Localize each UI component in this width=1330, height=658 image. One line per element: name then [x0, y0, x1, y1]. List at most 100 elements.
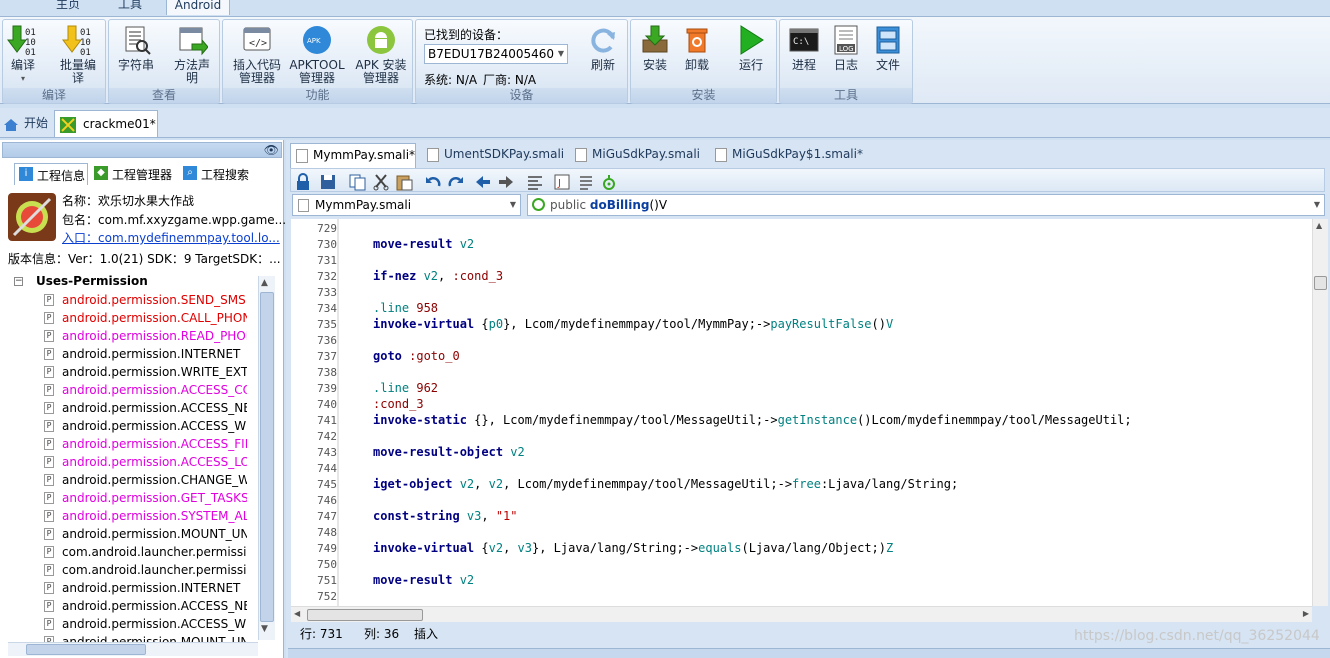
redo-icon[interactable] [447, 173, 465, 191]
apktool-manager-button[interactable]: APK APKTOOL管理器 [287, 24, 347, 85]
permission-item[interactable]: Pandroid.permission.MOUNT_UNMOUNT_FILESY… [44, 525, 247, 543]
tab-migusdkpay[interactable]: MiGuSdkPay.smali [570, 143, 708, 168]
copy-icon[interactable] [349, 173, 367, 191]
undo-icon[interactable] [424, 173, 442, 191]
code-line[interactable]: :cond_3 [373, 397, 424, 411]
code-line[interactable]: goto :goto_0 [373, 349, 460, 363]
scroll-right-icon[interactable]: ▶ [1303, 609, 1309, 618]
process-button[interactable]: C:\ 进程 [786, 24, 822, 72]
list-icon[interactable] [577, 173, 595, 191]
app-entry-link[interactable]: 入口：com.mydefinemmpay.tool.lo... [62, 229, 280, 246]
cut-icon[interactable] [372, 173, 390, 191]
tab-crackme01[interactable]: crackme01* [54, 110, 158, 137]
permission-item[interactable]: Pandroid.permission.INTERNET [44, 345, 247, 363]
permission-item[interactable]: Pandroid.permission.GET_TASKS [44, 489, 247, 507]
code-editor[interactable]: 729 730 move-result v2 731 732 if-nez v2, :co… [291, 219, 1312, 606]
code-token: .line [373, 381, 417, 395]
tab-start[interactable]: 开始 [0, 111, 52, 136]
scroll-down-icon[interactable]: ▼ [261, 624, 268, 634]
java-icon[interactable]: J [553, 173, 571, 191]
tab-migusdkpay1[interactable]: MiGuSdkPay$1.smali* [710, 143, 866, 168]
code-line[interactable]: invoke-virtual {v2, v3}, Ljava/lang/Stri… [373, 541, 893, 555]
compile-button[interactable]: 01 10 01 编译 ▾ [5, 24, 41, 85]
code-line[interactable]: invoke-virtual {p0}, Lcom/mydefinemmpay/… [373, 317, 893, 331]
eye-icon[interactable]: 👁 [264, 143, 279, 157]
tab-project-info[interactable]: i 工程信息 [14, 163, 88, 185]
run-button[interactable]: 运行 [733, 24, 769, 72]
permission-item[interactable]: Pandroid.permission.WRITE_EXTERNAL_STORA… [44, 363, 247, 381]
permission-item[interactable]: Pandroid.permission.INTERNET [44, 579, 247, 597]
code-hscrollbar[interactable]: ◀ ▶ [291, 606, 1312, 622]
permission-item[interactable]: Pandroid.permission.SEND_SMS [44, 291, 247, 309]
log-button[interactable]: LOG 日志 [828, 24, 864, 72]
tree-scrollbar[interactable]: ▲ ▼ [258, 276, 275, 640]
permission-label: android.permission.SEND_SMS [62, 293, 246, 307]
permission-item[interactable]: Pandroid.permission.ACCESS_LOCATION_EXTR… [44, 453, 247, 471]
permission-item[interactable]: Pandroid.permission.MOUNT_UNMOUNT_FILESY… [44, 633, 247, 642]
scroll-up-icon[interactable]: ▲ [261, 278, 268, 288]
code-token: V [885, 317, 894, 331]
back-arrow-icon[interactable] [474, 173, 492, 191]
tab-mymmpay[interactable]: MymmPay.smali* [290, 143, 416, 168]
permission-item[interactable]: Pandroid.permission.CALL_PHONE [44, 309, 247, 327]
apk-install-manager-button[interactable]: APK 安装管理器 [351, 24, 411, 85]
permission-item[interactable]: Pandroid.permission.ACCESS_NETWORK_STATE [44, 597, 247, 615]
tab-project-manager[interactable]: ◆ 工程管理器 [92, 163, 178, 185]
tab-umentsdkpay[interactable]: UmentSDKPay.smali [422, 143, 568, 168]
strings-button[interactable]: 字符串 [113, 24, 159, 72]
code-token: invoke-static [373, 413, 475, 427]
permission-item[interactable]: Pcom.android.launcher.permission.INSTALL… [44, 543, 247, 561]
permission-item[interactable]: Pandroid.permission.ACCESS_COARSE_LOCATI… [44, 381, 247, 399]
code-vscrollbar[interactable]: ▲ [1312, 219, 1328, 606]
permission-item[interactable]: Pandroid.permission.ACCESS_WIFI_STATE [44, 615, 247, 633]
code-line[interactable]: .line 962 [373, 381, 438, 395]
permission-item[interactable]: Pandroid.permission.ACCESS_NETWORK_STATE [44, 399, 247, 417]
collapse-icon[interactable]: − [14, 277, 23, 286]
method-declaration-label: 方法声明 [173, 58, 210, 85]
menu-tab-home[interactable]: 主页 [50, 0, 86, 15]
gear-icon[interactable] [600, 173, 618, 191]
install-icon [639, 24, 671, 56]
batch-compile-button[interactable]: 01 10 01 批量编译 [51, 24, 105, 85]
tree-hscrollbar[interactable] [8, 642, 258, 656]
save-icon[interactable] [320, 173, 338, 191]
menu-tab-android[interactable]: Android [166, 0, 230, 15]
permission-item[interactable]: Pandroid.permission.ACCESS_FINE_LOCATION [44, 435, 247, 453]
forward-arrow-icon[interactable] [497, 173, 515, 191]
menu-tab-tools[interactable]: 工具 [112, 0, 148, 15]
tree-scroll-thumb[interactable] [260, 292, 274, 622]
permission-label: com.android.launcher.permission.INSTALL_… [62, 545, 247, 559]
tree-hscroll-thumb[interactable] [26, 644, 146, 655]
code-vscroll-thumb[interactable] [1314, 276, 1327, 290]
permission-item[interactable]: Pandroid.permission.SYSTEM_ALERT_WINDOW [44, 507, 247, 525]
code-hscroll-thumb[interactable] [307, 609, 423, 621]
method-select[interactable]: public doBilling()V ▼ [527, 194, 1325, 216]
insert-code-manager-button[interactable]: </> 插入代码管理器 [229, 24, 285, 85]
device-select[interactable]: B7EDU17B24005460 ▼ [424, 44, 568, 64]
install-button[interactable]: 安装 [637, 24, 673, 72]
code-line[interactable]: if-nez v2, :cond_3 [373, 269, 503, 283]
permission-item[interactable]: Pcom.android.launcher.permission.UNINSTA… [44, 561, 247, 579]
uninstall-button[interactable]: 卸载 [679, 24, 715, 72]
file-button[interactable]: 文件 [870, 24, 906, 72]
code-line[interactable]: .line 958 [373, 301, 438, 315]
scroll-up-icon[interactable]: ▲ [1316, 221, 1322, 230]
code-line[interactable]: invoke-static {}, Lcom/mydefinemmpay/too… [373, 413, 1132, 427]
code-line[interactable]: move-result v2 [373, 237, 474, 251]
permission-item[interactable]: Pandroid.permission.CHANGE_WIFI_STATE [44, 471, 247, 489]
scroll-left-icon[interactable]: ◀ [294, 609, 300, 618]
code-line[interactable]: iget-object v2, v2, Lcom/mydefinemmpay/t… [373, 477, 958, 491]
class-select[interactable]: MymmPay.smali ▼ [292, 194, 521, 216]
paste-icon[interactable] [395, 173, 413, 191]
compile-dropdown-icon[interactable]: ▾ [5, 72, 41, 85]
permission-item[interactable]: Pandroid.permission.ACCESS_WIFI_STATE [44, 417, 247, 435]
lock-icon[interactable] [295, 173, 313, 191]
code-line[interactable]: move-result v2 [373, 573, 474, 587]
tab-project-search[interactable]: ⌕ 工程搜索 [181, 163, 259, 185]
method-declaration-button[interactable]: 方法声明 [167, 24, 217, 85]
permission-item[interactable]: Pandroid.permission.READ_PHONE_STATE [44, 327, 247, 345]
code-line[interactable]: move-result-object v2 [373, 445, 525, 459]
code-line[interactable]: const-string v3, "1" [373, 509, 518, 523]
refresh-button[interactable]: 刷新 [582, 24, 624, 72]
format-icon[interactable] [526, 173, 544, 191]
